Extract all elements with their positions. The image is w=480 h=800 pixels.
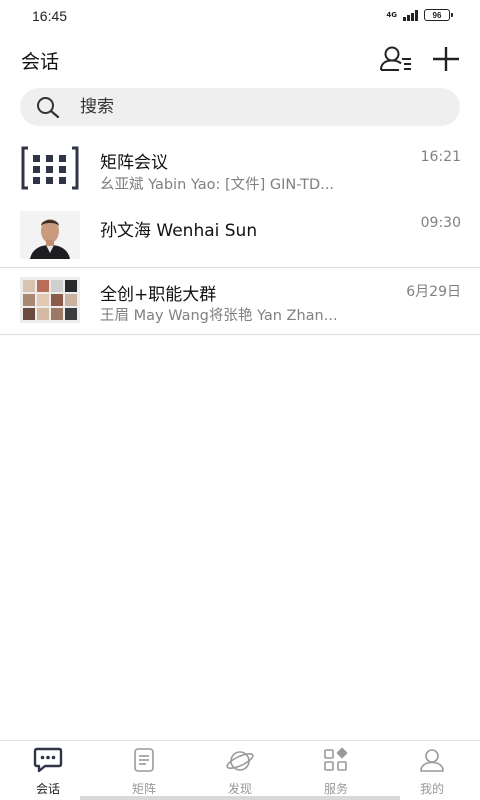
discover-icon [226,751,254,771]
battery-icon: 96 [424,9,453,21]
person-photo [20,211,80,259]
search-input[interactable] [80,88,440,126]
chat-time: 16:21 [420,149,461,165]
avatar [20,144,80,192]
status-time: 16:45 [32,8,68,24]
group-photo-grid [23,280,77,320]
chat-name: 矩阵会议 [100,153,168,173]
add-button[interactable] [430,44,462,74]
nav-label: 我的 [419,782,444,796]
search-bar[interactable] [20,88,460,126]
chat-name: 孙文海 Wenhai Sun [100,221,258,241]
page-title: 会话 [21,51,60,73]
nav-label: 会话 [35,782,60,796]
nav-label: 矩阵 [131,782,156,796]
contacts-icon [380,46,411,71]
battery-level: 96 [432,10,442,20]
nav-item-chats[interactable]: 会话 [0,741,96,800]
avatar [20,211,80,259]
contacts-button[interactable] [378,44,414,74]
status-bar: 16:45 4G 96 [0,0,480,32]
bottom-nav: 会话 矩阵 发现 服务 我的 [0,740,480,800]
chat-preview: 王眉 May Wang将张艳 Yan Zhan... [100,308,338,324]
chat-preview: 幺亚斌 Yabin Yao: [文件] GIN-TD... [100,177,335,193]
nav-item-services[interactable]: 服务 [288,741,384,800]
grid-icon [21,146,79,190]
nav-item-discover[interactable]: 发现 [192,741,288,800]
chat-time: 09:30 [420,215,461,231]
network-type-label: 4G [386,10,397,19]
nav-item-matrix[interactable]: 矩阵 [96,741,192,800]
chat-item-matrix-meeting[interactable]: 矩阵会议 幺亚斌 Yabin Yao: [文件] GIN-TD... 16:21 [0,136,480,202]
chat-bubble-icon [33,747,63,773]
chat-item-group[interactable]: 全创+职能大群 王眉 May Wang将张艳 Yan Zhan... 6月29日 [0,268,480,335]
apps-icon [324,747,348,771]
home-indicator [80,796,400,800]
search-icon [37,97,60,118]
chat-list: 矩阵会议 幺亚斌 Yabin Yao: [文件] GIN-TD... 16:21… [0,136,480,335]
status-icons: 4G 96 [386,9,453,21]
avatar [20,277,80,323]
profile-icon [420,749,444,772]
list-icon [134,748,154,772]
nav-label: 发现 [227,782,252,796]
nav-item-me[interactable]: 我的 [384,741,480,800]
signal-icon [403,9,418,21]
chat-time: 6月29日 [406,284,461,300]
chat-name: 全创+职能大群 [100,285,217,305]
chat-item-wenhai-sun[interactable]: 孙文海 Wenhai Sun 09:30 [0,202,480,268]
header: 会话 [0,40,480,80]
nav-label: 服务 [323,782,348,796]
plus-icon [433,47,459,71]
